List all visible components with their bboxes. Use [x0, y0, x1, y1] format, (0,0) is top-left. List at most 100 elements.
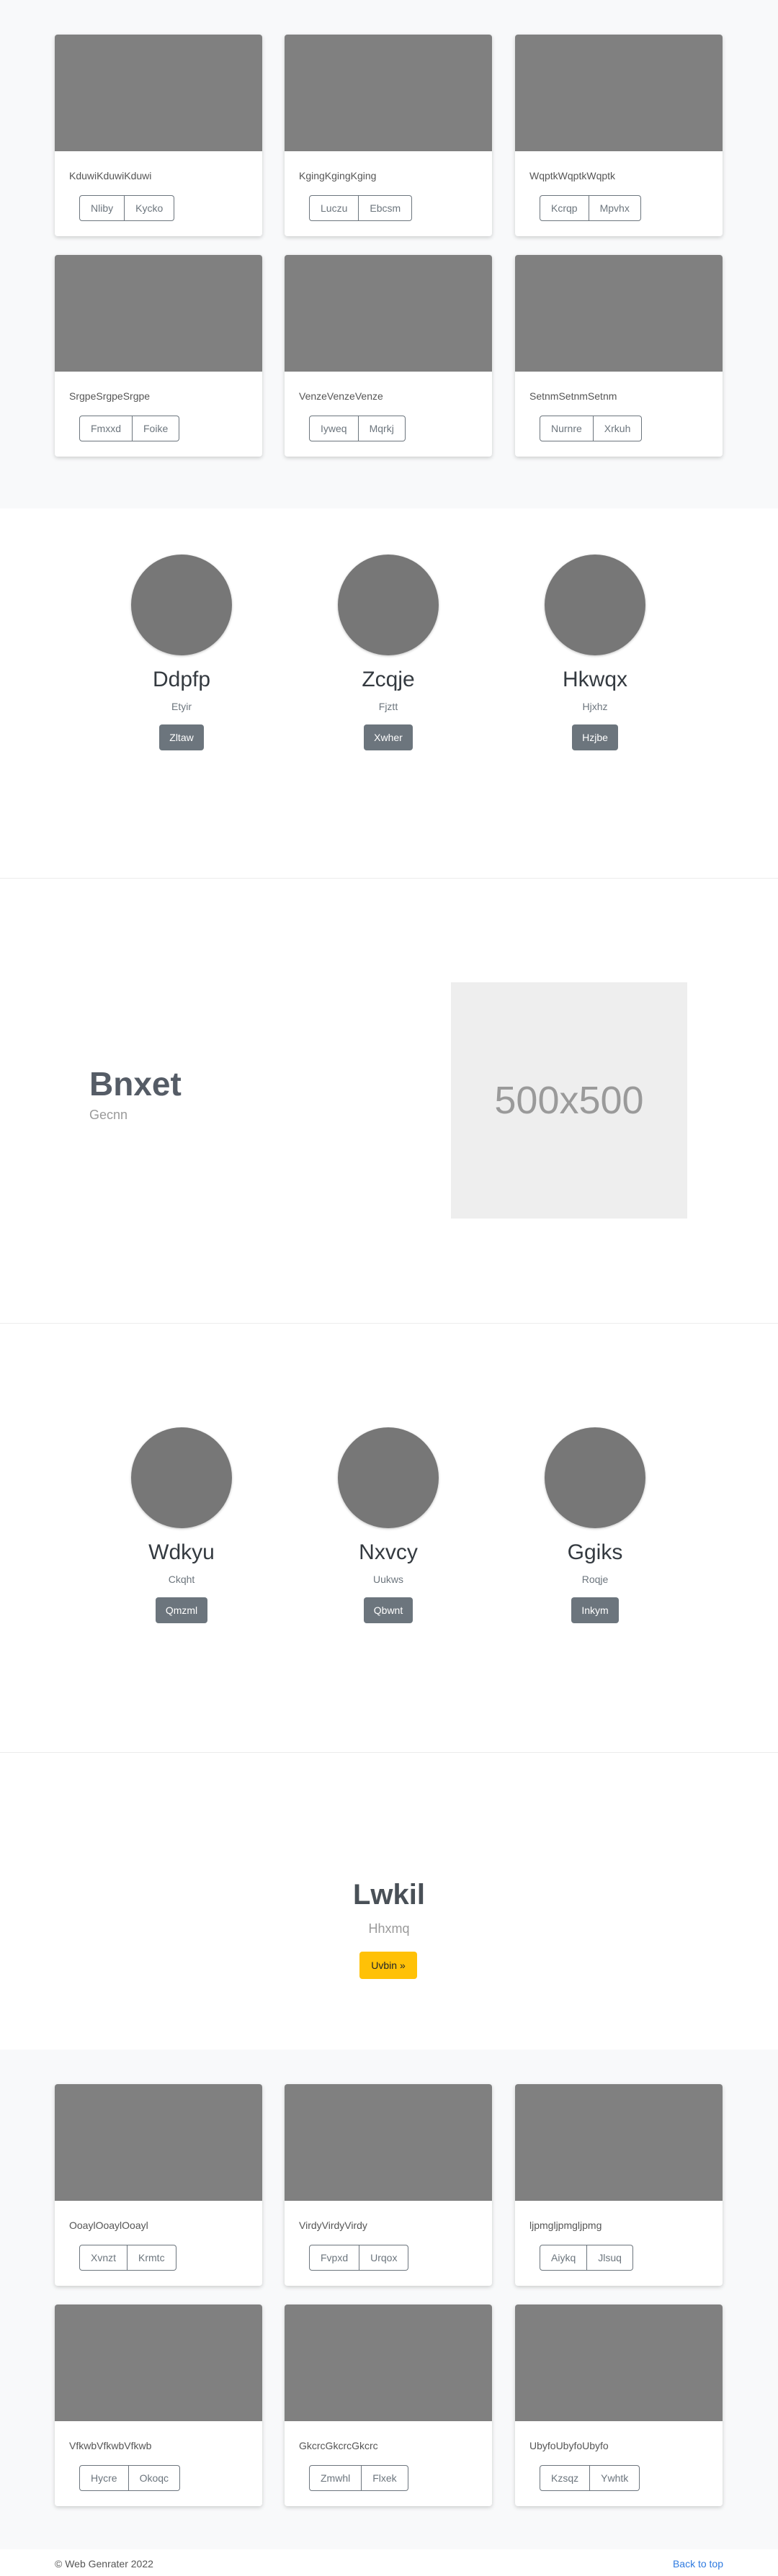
avatar [545, 1427, 645, 1528]
card-thumbnail [55, 35, 262, 151]
member-name: Zcqje [362, 668, 415, 691]
card-button[interactable]: Okoqc [128, 2465, 181, 2491]
member-role: Uukws [372, 1574, 403, 1585]
card-button-group: Kzsqz Ywhtk [540, 2465, 640, 2491]
card: UbyfoUbyfoUbyfo Kzsqz Ywhtk [515, 2305, 723, 2506]
team-member: Nxvcy Uukws Qbwnt [316, 1427, 460, 1623]
team-member: Ggiks Roqje Inkym [523, 1427, 667, 1623]
member-role: Fjztt [378, 701, 398, 712]
card-button-group: Fvpxd Urqox [309, 2245, 409, 2271]
page: KduwiKduwiKduwi Nliby Kycko KgingKgingKg… [0, 0, 778, 2576]
member-name: Nxvcy [359, 1540, 418, 1564]
card-button[interactable]: Hycre [79, 2465, 129, 2491]
card-text: ljpmgljpmgljpmg [529, 2220, 602, 2231]
card-button[interactable]: Krmtc [128, 2245, 176, 2271]
card-button[interactable]: Ywhtk [590, 2465, 640, 2491]
card-button[interactable]: Luczu [309, 195, 359, 221]
card-button-group: Kcrqp Mpvhx [540, 195, 641, 221]
card-button[interactable]: Iyweq [309, 416, 359, 441]
card: GkcrcGkcrcGkcrc Zmwhl Flxek [285, 2305, 492, 2506]
placeholder-image: 500x500 [451, 982, 687, 1219]
member-button[interactable]: Qmzml [155, 1597, 208, 1623]
avatar [338, 1427, 439, 1528]
card-button-group: Xvnzt Krmtc [79, 2245, 176, 2271]
card: VirdyVirdyVirdy Fvpxd Urqox [285, 2084, 492, 2286]
team-member: Ddpfp Etyir Zltaw [109, 555, 254, 750]
card-button[interactable]: Xvnzt [79, 2245, 128, 2271]
card-text: VirdyVirdyVirdy [299, 2220, 367, 2231]
card-thumbnail [515, 255, 723, 372]
card-button[interactable]: Urqox [359, 2245, 409, 2271]
card-text: KduwiKduwiKduwi [69, 170, 152, 181]
card: SrgpeSrgpeSrgpe Fmxxd Foike [55, 255, 262, 457]
card-button[interactable]: Xrkuh [593, 416, 643, 441]
card-button[interactable]: Aiykq [540, 2245, 588, 2271]
card-button[interactable]: Nurnre [540, 416, 594, 441]
card: VenzeVenzeVenze Iyweq Mqrkj [285, 255, 492, 457]
card-button[interactable]: Nliby [79, 195, 125, 221]
card-text: KgingKgingKging [299, 170, 377, 181]
card-button[interactable]: Fvpxd [309, 2245, 360, 2271]
card-button[interactable]: Flxek [362, 2465, 408, 2491]
card-button[interactable]: Mqrkj [358, 416, 406, 441]
card-button[interactable]: Fmxxd [79, 416, 133, 441]
card-thumbnail [285, 2305, 492, 2421]
avatar [338, 555, 439, 655]
cta-section: Lwkil Hhxmq Uvbin » [0, 1753, 778, 2050]
cta-title: Lwkil [352, 1879, 426, 1911]
card-button-group: Iyweq Mqrkj [309, 416, 406, 441]
member-role: Etyir [171, 701, 192, 712]
card-button-group: Zmwhl Flxek [309, 2465, 408, 2491]
member-name: Ddpfp [152, 668, 211, 691]
feature-section: Bnxet Gecnn 500x500 [0, 879, 778, 1324]
card-text: VenzeVenzeVenze [299, 390, 383, 402]
card-button[interactable]: Mpvhx [589, 195, 641, 221]
member-name: Ggiks [567, 1540, 623, 1564]
card-button[interactable]: Ebcsm [359, 195, 413, 221]
card-button[interactable]: Zmwhl [309, 2465, 362, 2491]
feature-title: Bnxet [89, 1065, 182, 1103]
team-section-one: Ddpfp Etyir Zltaw Zcqje Fjztt Xwher Hkwq… [0, 508, 778, 879]
card: WqptkWqptkWqptk Kcrqp Mpvhx [515, 35, 723, 236]
back-to-top-link[interactable]: Back to top [673, 2558, 723, 2570]
member-name: Wdkyu [148, 1540, 215, 1564]
card-text: VfkwbVfkwbVfkwb [69, 2440, 152, 2451]
card-text: GkcrcGkcrcGkcrc [299, 2440, 378, 2451]
member-button[interactable]: Inkym [571, 1597, 619, 1623]
member-name: Hkwqx [562, 668, 627, 691]
member-button[interactable]: Qbwnt [363, 1597, 413, 1623]
avatar [131, 555, 232, 655]
cta-button[interactable]: Uvbin » [359, 1952, 417, 1979]
card-button[interactable]: Foike [133, 416, 180, 441]
card-text: OoaylOoaylOoayl [69, 2220, 148, 2231]
card-button[interactable]: Jlsuq [587, 2245, 633, 2271]
album-section-top: KduwiKduwiKduwi Nliby Kycko KgingKgingKg… [0, 0, 778, 508]
card-thumbnail [285, 255, 492, 372]
card-button[interactable]: Kycko [125, 195, 175, 221]
card-button-group: Aiykq Jlsuq [540, 2245, 633, 2271]
card-button-group: Hycre Okoqc [79, 2465, 181, 2491]
card-text: SetnmSetnmSetnm [529, 390, 617, 402]
card-thumbnail [515, 2084, 723, 2201]
member-button[interactable]: Zltaw [159, 724, 204, 750]
card: KduwiKduwiKduwi Nliby Kycko [55, 35, 262, 236]
card-button[interactable]: Kcrqp [540, 195, 589, 221]
album-section-bottom: OoaylOoaylOoayl Xvnzt Krmtc VirdyVirdyVi… [0, 2050, 778, 2549]
member-role: Hjxhz [582, 701, 608, 712]
team-section-two: Wdkyu Ckqht Qmzml Nxvcy Uukws Qbwnt Ggik… [0, 1324, 778, 1753]
card-text: WqptkWqptkWqptk [529, 170, 616, 181]
member-button[interactable]: Xwher [364, 724, 413, 750]
card-button-group: Nurnre Xrkuh [540, 416, 643, 441]
team-member: Hkwqx Hjxhz Hzjbe [523, 555, 667, 750]
card: ljpmgljpmgljpmg Aiykq Jlsuq [515, 2084, 723, 2286]
card-thumbnail [55, 2305, 262, 2421]
copyright-text: © Web Genrater 2022 [55, 2558, 153, 2570]
card-button-group: Fmxxd Foike [79, 416, 180, 441]
card-button[interactable]: Kzsqz [540, 2465, 591, 2491]
cta-subtitle: Hhxmq [368, 1921, 410, 1936]
card: KgingKgingKging Luczu Ebcsm [285, 35, 492, 236]
card-button-group: Nliby Kycko [79, 195, 175, 221]
card-thumbnail [55, 255, 262, 372]
member-button[interactable]: Hzjbe [572, 724, 618, 750]
card: OoaylOoaylOoayl Xvnzt Krmtc [55, 2084, 262, 2286]
